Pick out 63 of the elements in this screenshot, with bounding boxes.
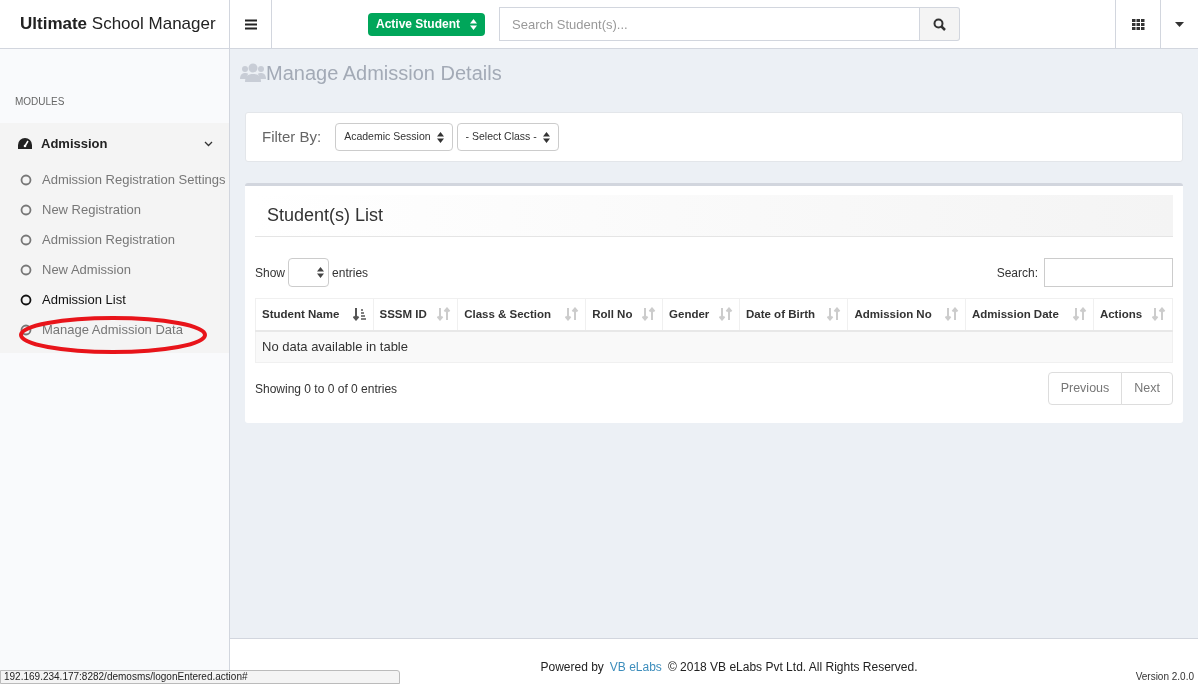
status-url-bar: 192.169.234.177:8282/demosms/logonEntered.action# xyxy=(0,670,400,684)
column-header[interactable]: Date of Birth xyxy=(739,298,848,331)
search-field[interactable]: Search Student(s)... xyxy=(499,7,920,41)
search-icon xyxy=(933,17,946,31)
sort-icon xyxy=(944,307,959,322)
column-header[interactable]: Roll No xyxy=(585,298,663,331)
entries-label: entries xyxy=(332,264,369,282)
circle-icon xyxy=(20,234,32,246)
brand-title[interactable]: Ultimate School Manager xyxy=(0,0,230,48)
caret-icon xyxy=(1175,21,1184,27)
dashboard-icon xyxy=(18,138,32,150)
column-header[interactable]: Class & Section xyxy=(457,298,586,331)
table-info: Showing 0 to 0 of 0 entries xyxy=(255,380,398,398)
column-header[interactable]: Student Name xyxy=(255,298,373,331)
sort-ascending-icon xyxy=(352,307,367,322)
search-label: Search: xyxy=(996,264,1038,282)
sort-icon xyxy=(719,307,733,322)
list-title: Student(s) List xyxy=(267,204,384,227)
powered-by-text: Powered by xyxy=(540,659,604,676)
sort-icon xyxy=(642,307,657,322)
circle-icon xyxy=(20,174,32,186)
version-text: Version 2.0.0 xyxy=(1135,670,1194,684)
vendor-link[interactable]: VB eLabs xyxy=(609,658,662,676)
page-title: Manage Admission Details xyxy=(266,60,502,86)
grid-icon xyxy=(1131,18,1145,30)
column-header[interactable]: Admission Date xyxy=(965,298,1094,331)
sidebar-section-label: MODULES xyxy=(14,95,66,109)
sidebar-item[interactable]: Admission List xyxy=(0,285,229,315)
sidebar-item[interactable]: Admission Registration xyxy=(0,225,229,255)
empty-table-message: No data available in table xyxy=(255,330,1173,363)
sort-icon xyxy=(565,307,580,322)
circle-icon xyxy=(20,264,32,276)
sort-icon xyxy=(1072,307,1087,322)
sidebar-item[interactable]: Manage Admission Data xyxy=(0,315,229,345)
updown-caret-icon xyxy=(470,18,477,30)
column-header[interactable]: Gender xyxy=(662,298,740,331)
updown-caret-icon xyxy=(436,131,444,143)
updown-caret-icon xyxy=(317,267,325,278)
filter-select[interactable]: Academic Session xyxy=(335,123,453,151)
column-header[interactable]: SSSM ID xyxy=(373,298,458,331)
entries-select[interactable] xyxy=(288,258,330,287)
show-label: Show xyxy=(255,264,286,282)
copyright-text: © 2018 VB eLabs Pvt Ltd. All Rights Reserved. xyxy=(667,659,918,676)
menu-icon xyxy=(244,18,257,30)
sidebar-group-toggle[interactable]: Admission xyxy=(0,123,229,165)
circle-icon xyxy=(20,324,32,336)
search-button[interactable] xyxy=(920,7,960,41)
chevron-down-icon xyxy=(204,141,213,147)
users-icon xyxy=(240,62,266,83)
sort-icon xyxy=(437,307,452,322)
column-header[interactable]: Admission No xyxy=(847,298,966,331)
circle-icon xyxy=(20,204,32,216)
sort-icon xyxy=(1152,307,1166,322)
circle-icon xyxy=(20,294,32,306)
updown-caret-icon xyxy=(542,131,550,143)
column-header[interactable]: Actions xyxy=(1093,298,1173,331)
table-search-field[interactable] xyxy=(1044,258,1173,287)
filter-select[interactable]: - Select Class - xyxy=(456,123,559,151)
filter-label: Filter By: xyxy=(262,126,322,147)
sidebar-item[interactable]: New Admission xyxy=(0,255,229,285)
sidebar-item[interactable]: New Registration xyxy=(0,195,229,225)
sort-icon xyxy=(827,307,842,322)
sidebar-item[interactable]: Admission Registration Settings xyxy=(0,165,229,195)
